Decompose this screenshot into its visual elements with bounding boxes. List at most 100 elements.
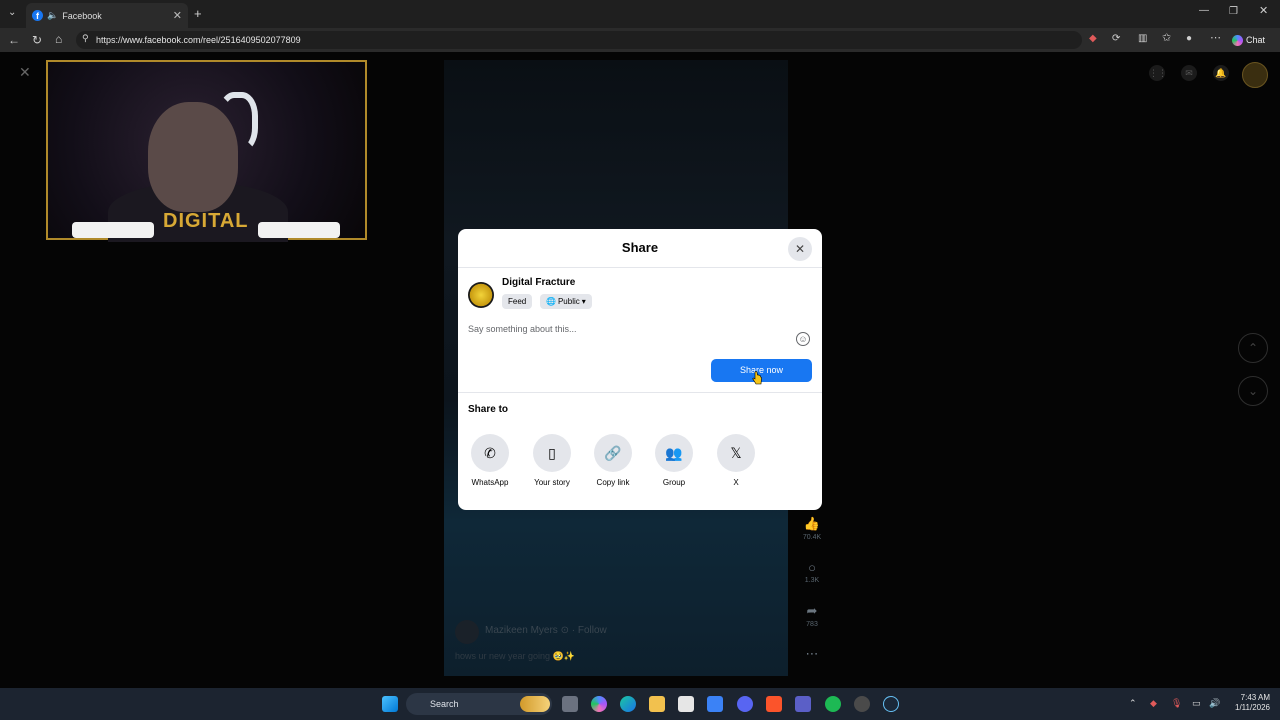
like-metric[interactable]: 👍 70.4K <box>800 516 824 541</box>
reel-author-name[interactable]: Mazikeen Myers <box>485 625 558 636</box>
close-window-icon[interactable]: ✕ <box>1259 6 1268 17</box>
facebook-favicon-icon: f <box>32 10 43 21</box>
split-screen-icon[interactable]: ▥ <box>1138 34 1147 44</box>
emoji-picker-icon[interactable]: ☺ <box>796 332 810 346</box>
restore-window-icon[interactable]: ❐ <box>1229 7 1238 17</box>
next-reel-chevron-down-icon[interactable]: ⌄ <box>1238 376 1268 406</box>
follow-link[interactable]: Follow <box>578 625 607 636</box>
share-target-x[interactable]: 𝕏 X <box>706 434 766 487</box>
tab-close-icon[interactable]: ✕ <box>173 9 182 22</box>
comment-metric[interactable]: ○ 1.3K <box>800 560 824 584</box>
more-menu-icon[interactable]: ⋯ <box>1210 33 1221 44</box>
copilot-chat-button[interactable]: Chat <box>1232 31 1276 49</box>
group-icon: 👥 <box>655 434 693 472</box>
address-bar[interactable]: ⚲ https://www.facebook.com/reel/25164095… <box>76 31 1082 49</box>
reel-author-row: Mazikeen Myers ⊙ · Follow <box>485 625 607 636</box>
profile-avatar-icon[interactable]: ● <box>1186 34 1192 44</box>
discord-icon[interactable] <box>737 696 753 712</box>
feed-chip[interactable]: Feed <box>502 294 533 309</box>
notifications-bell-icon[interactable]: 🔔 <box>1213 65 1229 81</box>
share-target-copy-link[interactable]: 🔗 Copy link <box>583 434 643 487</box>
chat-label: Chat <box>1246 35 1266 45</box>
refresh-extension-icon[interactable]: ⟳ <box>1112 34 1120 44</box>
share-target-label: Your story <box>534 478 570 487</box>
share-target-label: Group <box>662 478 686 487</box>
x-logo-icon: 𝕏 <box>717 434 755 472</box>
microphone-icon[interactable]: 🎙 <box>1171 698 1182 709</box>
share-dialog-title: Share <box>458 229 822 268</box>
close-dialog-icon[interactable]: ✕ <box>788 237 812 261</box>
system-clock[interactable]: 7:43 AM 1/11/2026 <box>1224 693 1270 713</box>
steam-icon[interactable] <box>883 696 899 712</box>
messenger-icon[interactable]: ✉ <box>1181 65 1197 81</box>
reel-more-icon[interactable]: ⋯ <box>800 646 824 664</box>
hand-cursor-icon <box>752 371 762 385</box>
story-icon: ▯ <box>533 434 571 472</box>
comment-count: 1.3K <box>804 577 820 584</box>
windows-taskbar <box>0 688 1280 720</box>
extension-icon[interactable]: ◆ <box>1089 34 1097 44</box>
tab-title: Facebook <box>62 10 102 21</box>
share-metric[interactable]: ➦ 783 <box>800 603 824 628</box>
brave-browser-icon[interactable] <box>766 696 782 712</box>
globe-icon: 🌐 <box>546 297 556 306</box>
webcam-brand-logo: DIGITAL <box>163 210 249 232</box>
spotify-icon[interactable] <box>825 696 841 712</box>
windows-start-icon[interactable] <box>382 696 398 712</box>
network-icon[interactable]: ▭ <box>1192 698 1201 709</box>
openai-icon[interactable] <box>854 696 870 712</box>
search-label: Search <box>430 699 459 709</box>
new-tab-plus-icon[interactable]: + <box>194 7 202 20</box>
tray-overflow-chevron-icon[interactable]: ⌃ <box>1129 698 1137 709</box>
edge-browser-icon[interactable] <box>620 696 636 712</box>
share-target-label: X <box>733 478 739 487</box>
share-target-whatsapp[interactable]: ✆ WhatsApp <box>460 434 520 487</box>
share-arrow-icon: ➦ <box>806 603 818 618</box>
tab-facebook[interactable]: f 🔈 Facebook ✕ <box>26 3 188 28</box>
share-to-heading: Share to <box>468 404 509 415</box>
microsoft-store-icon[interactable] <box>678 696 694 712</box>
previous-reel-chevron-up-icon[interactable]: ⌃ <box>1238 333 1268 363</box>
share-compose-input[interactable]: Say something about this... <box>468 324 577 334</box>
share-account-avatar <box>468 282 494 308</box>
browser-tab-strip: ⌄ f 🔈 Facebook ✕ + — ❐ ✕ <box>0 0 1280 28</box>
favorites-icon[interactable]: ✩ <box>1162 33 1171 44</box>
home-icon[interactable]: ⌂ <box>55 33 62 45</box>
like-count: 70.4K <box>802 534 822 541</box>
webcam-lower-bar-left <box>72 222 154 238</box>
reel-caption: hows ur new year going 🥹✨ <box>455 651 575 661</box>
search-highlight-icon[interactable] <box>520 696 550 712</box>
tab-list-chevron-icon[interactable]: ⌄ <box>8 8 16 18</box>
close-reel-icon[interactable]: ✕ <box>19 64 31 81</box>
webcam-lower-bar-right <box>258 222 340 238</box>
share-target-your-story[interactable]: ▯ Your story <box>522 434 582 487</box>
mail-icon[interactable] <box>707 696 723 712</box>
headset-icon <box>218 92 258 152</box>
reel-author-avatar[interactable] <box>455 620 479 644</box>
reload-icon[interactable]: ↻ <box>32 34 42 46</box>
whatsapp-icon: ✆ <box>471 434 509 472</box>
share-account-name: Digital Fracture <box>502 277 576 288</box>
minimize-window-icon[interactable]: — <box>1199 6 1209 16</box>
back-arrow-icon[interactable]: ← <box>8 34 20 46</box>
task-view-icon[interactable] <box>562 696 578 712</box>
privacy-label: Public <box>557 297 580 306</box>
volume-icon[interactable]: 🔊 <box>1209 698 1220 709</box>
privacy-selector[interactable]: 🌐 Public ▾ <box>540 294 592 309</box>
speaker-icon[interactable]: 🔈 <box>47 10 58 21</box>
share-target-group[interactable]: 👥 Group <box>644 434 704 487</box>
account-avatar[interactable] <box>1242 62 1268 88</box>
copilot-taskbar-icon[interactable] <box>591 696 607 712</box>
comment-icon: ○ <box>808 560 816 575</box>
teams-icon[interactable] <box>795 696 811 712</box>
menu-grid-icon[interactable]: ⋮⋮ <box>1149 65 1167 81</box>
url-text: https://www.facebook.com/reel/2516409502… <box>96 35 301 45</box>
clock-time: 7:43 AM <box>1240 693 1270 702</box>
webcam-overlay: DIGITAL <box>46 60 367 242</box>
tray-app-icon[interactable]: ◆ <box>1150 698 1157 709</box>
file-explorer-icon[interactable] <box>649 696 665 712</box>
share-dialog: Share ✕ Digital Fracture Feed 🌐 Public ▾… <box>458 229 822 510</box>
reel-caption-text: hows ur new year going <box>455 651 551 661</box>
site-info-icon[interactable]: ⚲ <box>82 34 89 43</box>
share-target-label: Copy link <box>596 478 630 487</box>
